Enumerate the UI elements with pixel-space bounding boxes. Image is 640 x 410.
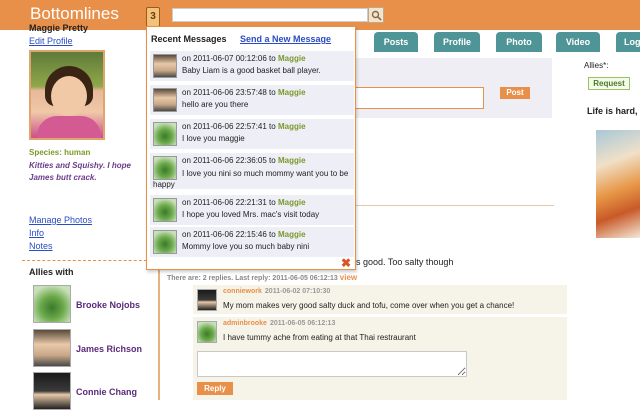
search-button[interactable] — [368, 7, 384, 23]
message-meta: on 2011-06-06 23:57:48 to — [182, 88, 276, 97]
message-text: Mommy love you so much baby nini — [182, 242, 310, 251]
species-label: Species: human — [29, 148, 91, 157]
notes-link[interactable]: Notes — [29, 241, 53, 251]
replies-meta: There are: 2 replies. Last reply: 2011-0… — [167, 273, 357, 282]
view-link[interactable]: view — [340, 273, 357, 282]
message-text: I love you maggie — [182, 134, 245, 143]
tab-log[interactable]: Log — [616, 32, 640, 52]
dark-avatar-icon[interactable] — [33, 372, 71, 410]
plant-avatar-icon — [153, 198, 177, 222]
plant-avatar-icon[interactable] — [197, 321, 217, 343]
post-button[interactable]: Post — [500, 87, 530, 99]
manage-photos-link[interactable]: Manage Photos — [29, 215, 92, 225]
dark-avatar-icon[interactable] — [197, 289, 217, 311]
boy-avatar-icon — [153, 54, 177, 78]
message-recipient[interactable]: Maggie — [278, 156, 306, 165]
replies-meta-text: There are: 2 replies. Last reply: 2011-0… — [167, 275, 338, 282]
tab-posts[interactable]: Posts — [374, 32, 418, 52]
reply-button[interactable]: Reply — [197, 382, 233, 395]
reply-username[interactable]: conniework — [223, 288, 262, 295]
message-recipient[interactable]: Maggie — [278, 122, 306, 131]
message-item[interactable]: on 2011-06-06 23:57:48 to Maggie hello a… — [150, 85, 354, 115]
message-text: I hope you loved Mrs. mac's visit today — [182, 210, 320, 219]
message-meta: on 2011-06-06 22:57:41 to — [182, 122, 276, 131]
recent-messages-popup: Recent Messages Send a New Message on 20… — [146, 26, 356, 270]
info-link[interactable]: Info — [29, 228, 44, 238]
plant-avatar-icon[interactable] — [33, 285, 71, 323]
tab-profile[interactable]: Profile — [434, 32, 480, 52]
message-text: I love you nini so much mommy want you t… — [153, 169, 349, 189]
post-input[interactable] — [350, 87, 484, 109]
ally-name[interactable]: Connie Chang — [76, 387, 137, 397]
ally-name[interactable]: James Richson — [76, 344, 142, 354]
message-item[interactable]: on 2011-06-06 22:57:41 to Maggie I love … — [150, 119, 354, 149]
message-meta: on 2011-06-06 22:15:46 to — [182, 230, 276, 239]
edit-profile-link[interactable]: Edit Profile — [29, 36, 73, 46]
send-new-message-link[interactable]: Send a New Message — [240, 34, 331, 44]
search-icon — [371, 10, 382, 21]
message-item[interactable]: on 2011-06-06 22:21:31 to Maggie I hope … — [150, 195, 354, 225]
message-item[interactable]: on 2011-06-06 22:15:46 to Maggie Mommy l… — [150, 227, 354, 257]
profile-name: Maggie Pretty — [29, 23, 89, 33]
profile-bio: Kitties and Squishy. I hope James butt c… — [29, 161, 131, 182]
search-input[interactable] — [172, 8, 368, 22]
message-meta: on 2011-06-06 22:21:31 to — [182, 198, 276, 207]
reply-item: conniework 2011-06-02 07:10:30 My mom mak… — [193, 284, 567, 314]
messages-badge[interactable]: 3 — [146, 7, 160, 27]
message-item[interactable]: on 2011-06-07 00:12:06 to Maggie Baby Li… — [150, 51, 354, 81]
message-recipient[interactable]: Maggie — [278, 198, 306, 207]
feed-divider — [356, 205, 554, 206]
reply-text: My mom makes very good salty duck and to… — [223, 301, 515, 310]
divider — [22, 260, 152, 261]
reply-timestamp: 2011-06-02 07:10:30 — [264, 288, 331, 295]
message-recipient[interactable]: Maggie — [278, 88, 306, 97]
message-text: hello are you there — [182, 100, 249, 109]
tab-photo[interactable]: Photo — [496, 32, 542, 52]
message-text: Baby Liam is a good basket ball player. — [182, 66, 321, 75]
reply-username[interactable]: adminbrooke — [223, 320, 267, 327]
reply-input[interactable] — [197, 351, 467, 377]
reply-text: I have tummy ache from eating at that Th… — [223, 333, 416, 342]
popup-title: Recent Messages — [151, 34, 227, 44]
request-button[interactable]: Request — [588, 77, 630, 90]
allies-count-label: Allies*: — [584, 61, 609, 70]
message-recipient[interactable]: Maggie — [278, 54, 306, 63]
message-item[interactable]: on 2011-06-06 22:36:05 to Maggie I love … — [150, 153, 354, 189]
close-icon[interactable]: ✖ — [341, 257, 352, 269]
reply-timestamp: 2011-06-05 06:12:13 — [269, 320, 336, 327]
boy-avatar-icon[interactable] — [33, 329, 71, 367]
ally-name[interactable]: Brooke Nojobs — [76, 300, 140, 310]
message-recipient[interactable]: Maggie — [278, 230, 306, 239]
message-meta: on 2011-06-07 00:12:06 to — [182, 54, 276, 63]
status-text: s good. Too salty though — [356, 257, 454, 267]
headline-text: Life is hard, h — [587, 106, 640, 116]
reply-item: adminbrooke 2011-06-05 06:12:13 I have tu… — [193, 316, 567, 346]
plant-avatar-icon — [153, 122, 177, 146]
message-meta: on 2011-06-06 22:36:05 to — [182, 156, 276, 165]
profile-photo[interactable] — [29, 50, 105, 140]
plant-avatar-icon — [153, 230, 177, 254]
boy-avatar-icon — [153, 88, 177, 112]
site-logo[interactable]: Bottomlines — [30, 4, 119, 24]
food-photo[interactable] — [596, 130, 640, 238]
tab-video[interactable]: Video — [556, 32, 600, 52]
allies-title: Allies with — [29, 267, 74, 277]
